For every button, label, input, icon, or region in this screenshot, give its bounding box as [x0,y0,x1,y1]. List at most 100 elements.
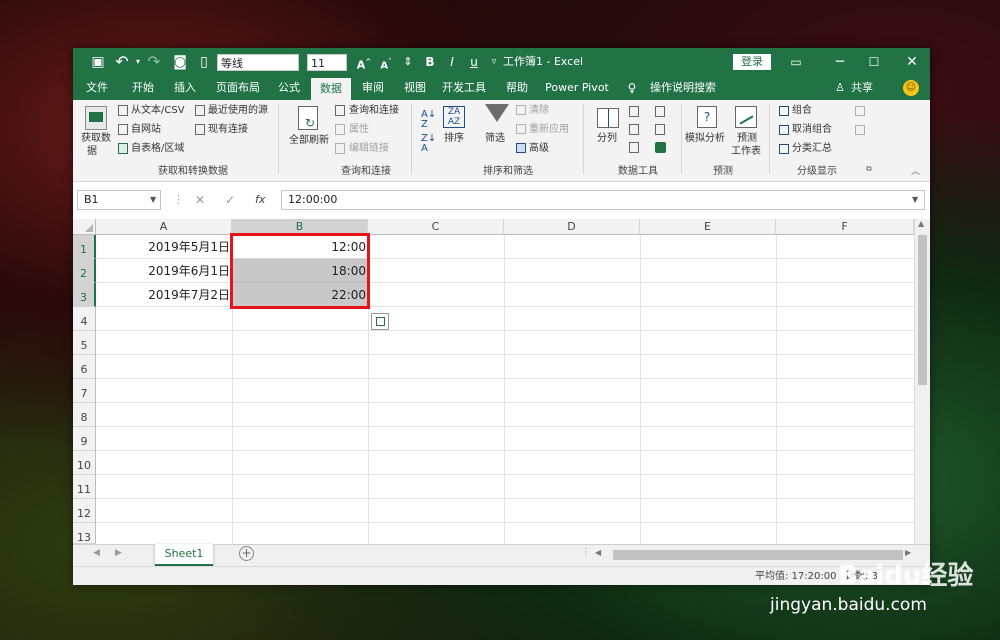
row-header-3[interactable]: 3 [73,283,96,307]
column-header-a[interactable]: A [96,219,232,235]
row-header-4[interactable]: 4 [73,307,96,331]
sort-az-icon[interactable]: A↓ Z [421,110,436,130]
row-header-2[interactable]: 2 [73,259,96,283]
group-button[interactable]: 组合 [792,104,812,117]
column-header-d[interactable]: D [504,219,640,235]
sort-button[interactable]: 排序 [444,132,464,145]
tab-split-grip-icon[interactable]: ⋮ [581,547,591,558]
minimize-icon[interactable]: ─ [829,48,851,76]
subtotal-button[interactable]: 分类汇总 [792,142,832,155]
column-header-c[interactable]: C [368,219,504,235]
show-detail-icon [855,106,865,116]
sort-za-icon[interactable]: Z↓ A [421,134,436,154]
font-name-box[interactable]: 等线 [217,54,299,71]
increase-font-icon[interactable]: A^ [353,48,375,80]
tab-power-pivot[interactable]: Power Pivot [545,76,609,100]
tab-home[interactable]: 开始 [125,76,161,100]
refresh-all-button[interactable]: 全部刷新 [289,134,329,147]
bold-icon[interactable]: B [419,48,441,76]
tab-page-layout[interactable]: 页面布局 [211,76,265,100]
filter-button[interactable]: 筛选 [485,132,505,145]
tab-data[interactable]: 数据 [311,78,351,100]
enter-icon[interactable]: ✓ [225,186,235,214]
next-sheet-icon[interactable]: ▶ [115,548,122,558]
row-header-13[interactable]: 13 [73,523,96,544]
sheet-tab-sheet1[interactable]: Sheet1 [155,544,213,566]
name-box[interactable]: B1 ▼ [77,190,161,210]
tab-review[interactable]: 审阅 [355,76,391,100]
existing-connections[interactable]: 现有连接 [208,123,248,136]
tab-developer[interactable]: 开发工具 [439,76,489,100]
row-header-6[interactable]: 6 [73,355,96,379]
dialog-launcher-icon[interactable]: ⧉ [866,164,872,174]
tab-file[interactable]: 文件 [81,76,113,100]
save-icon[interactable]: ▣ [87,48,109,76]
row-header-11[interactable]: 11 [73,475,96,499]
ribbon-display-icon[interactable]: ▭ [785,48,807,76]
worksheet-grid[interactable]: A B C D E F 1 2 3 4 5 6 7 8 9 10 11 12 1… [73,219,930,544]
tab-insert[interactable]: 插入 [165,76,205,100]
smiley-icon[interactable]: ☺ [903,80,919,96]
new-file-icon[interactable]: ▯ [193,48,215,76]
spacing-icon[interactable]: ⇕ [397,48,419,76]
row-header-1[interactable]: 1 [73,235,96,259]
vertical-scroll-thumb[interactable] [918,235,927,385]
from-table-range[interactable]: 自表格/区域 [131,142,184,155]
tab-formulas[interactable]: 公式 [271,76,307,100]
expand-formula-icon[interactable]: ▼ [912,191,918,209]
row-header-9[interactable]: 9 [73,427,96,451]
formula-input[interactable]: 12:00:00 ▼ [281,190,925,210]
prev-sheet-icon[interactable]: ◀ [93,548,100,558]
close-icon[interactable]: ✕ [901,48,923,76]
cell-a3[interactable]: 2019年7月2日 [97,283,232,307]
row-header-5[interactable]: 5 [73,331,96,355]
consolidate-icon[interactable] [655,106,665,117]
row-header-8[interactable]: 8 [73,403,96,427]
gridline [96,402,914,403]
data-model-icon[interactable] [655,142,666,153]
quick-analysis-button[interactable] [371,313,389,330]
advanced-filter[interactable]: 高级 [529,142,549,155]
font-size-box[interactable]: 11 [307,54,347,71]
cell-a1[interactable]: 2019年5月1日 [97,235,232,259]
scroll-up-icon[interactable]: ▲ [918,219,924,228]
recent-sources[interactable]: 最近使用的源 [208,104,268,117]
insert-function-icon[interactable]: fx [255,186,265,214]
row-header-7[interactable]: 7 [73,379,96,403]
get-data-button[interactable]: 获取数 [81,132,111,145]
tab-view[interactable]: 视图 [397,76,433,100]
forecast-sheet-button[interactable]: 预测 [737,132,757,145]
relationships-icon[interactable] [655,124,665,135]
column-header-f[interactable]: F [776,219,914,235]
customize-qat-icon[interactable]: ▿ [483,48,505,76]
flash-fill-icon[interactable] [629,106,639,117]
underline-icon[interactable]: u [463,48,485,76]
share-button[interactable]: 共享 [849,76,875,100]
login-button[interactable]: 登录 [733,54,771,70]
add-sheet-icon[interactable]: + [239,546,254,561]
row-header-10[interactable]: 10 [73,451,96,475]
data-validation-icon[interactable] [629,142,639,153]
select-all-corner[interactable] [73,219,96,235]
italic-icon[interactable]: I [441,48,463,76]
row-header-12[interactable]: 12 [73,499,96,523]
from-web[interactable]: 自网站 [131,123,161,136]
queries-connections[interactable]: 查询和连接 [349,104,399,117]
collapse-ribbon-icon[interactable]: ︿ [911,164,920,177]
vertical-scrollbar[interactable]: ▲ [914,219,930,544]
maximize-icon[interactable]: ☐ [863,48,885,76]
from-text-csv[interactable]: 从文本/CSV [131,104,185,117]
camera-icon[interactable]: ◙ [169,48,191,76]
cancel-icon[interactable]: ✕ [195,186,205,214]
what-if-analysis-button[interactable]: 模拟分析 [685,132,725,145]
column-header-e[interactable]: E [640,219,776,235]
cell-a2[interactable]: 2019年6月1日 [97,259,232,283]
text-to-columns-button[interactable]: 分列 [597,132,617,145]
scroll-left-icon[interactable]: ◀ [595,548,601,557]
name-box-dropdown-icon[interactable]: ▼ [150,191,156,209]
ungroup-button[interactable]: 取消组合 [792,123,832,136]
remove-duplicates-icon[interactable] [629,124,639,135]
tab-help[interactable]: 帮助 [499,76,535,100]
forecast-sheet-button-line2: 工作表 [731,146,761,157]
tell-me-search[interactable]: 操作说明搜索 [647,76,719,100]
